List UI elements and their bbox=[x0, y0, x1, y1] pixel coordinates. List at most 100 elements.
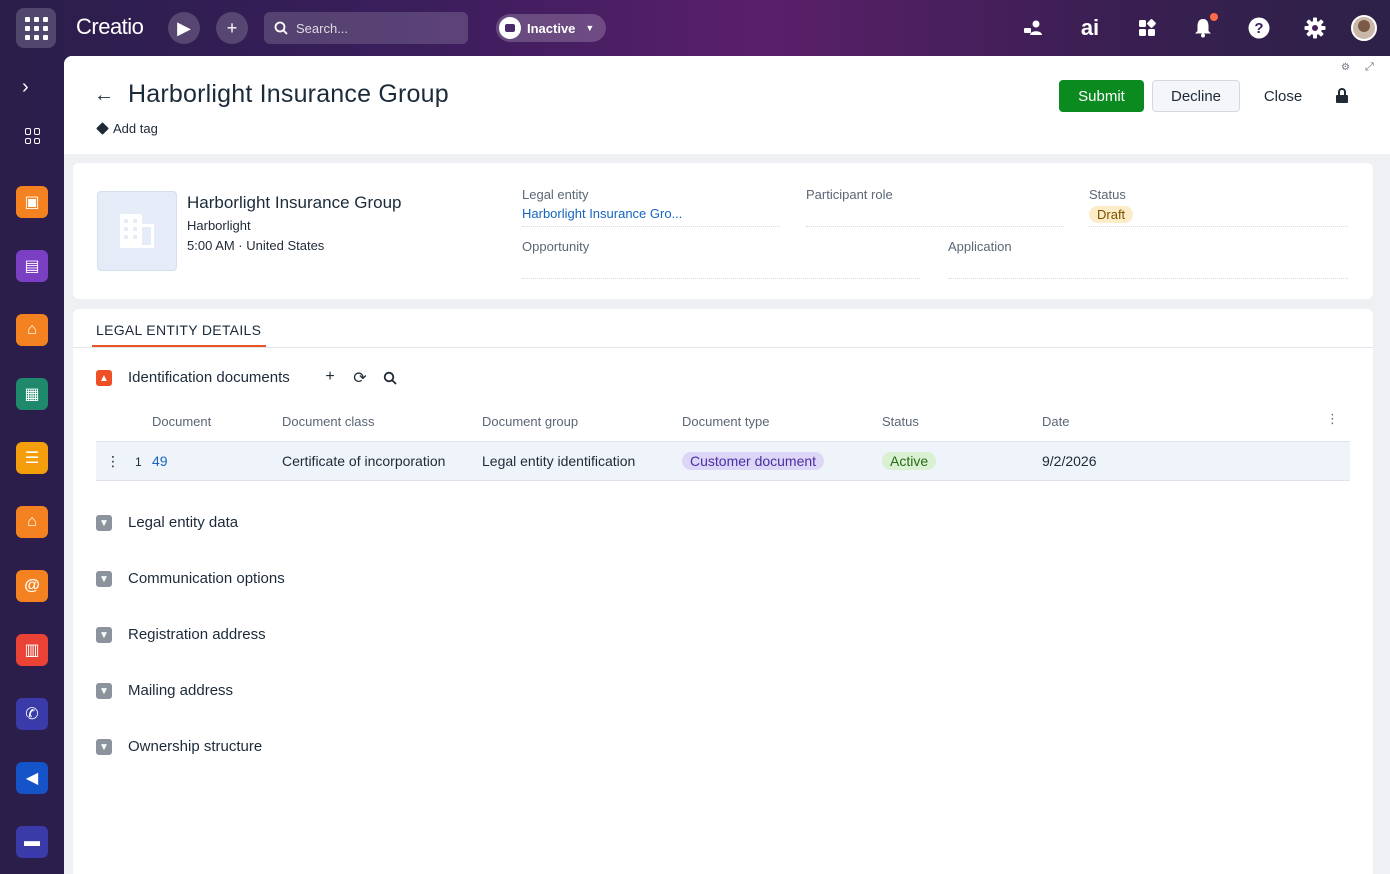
table-row[interactable]: ⋮ 1 49 Certificate of incorporation Lega… bbox=[96, 441, 1350, 481]
page-settings-icon[interactable]: ⚙ bbox=[1341, 62, 1350, 73]
help-icon[interactable]: ? bbox=[1245, 14, 1273, 42]
column-header-status[interactable]: Status bbox=[882, 414, 919, 429]
notification-badge bbox=[1210, 13, 1218, 21]
add-tag-label: Add tag bbox=[113, 121, 158, 136]
document-link[interactable]: 49 bbox=[152, 453, 168, 469]
app-launcher-icon[interactable] bbox=[16, 8, 56, 48]
tab-legal-entity-details[interactable]: LEGAL ENTITY DETAILS bbox=[96, 322, 261, 338]
creatio-logo: Creatio bbox=[76, 14, 144, 39]
section-registration-address[interactable]: Registration address bbox=[128, 626, 266, 643]
presence-status-label: Inactive bbox=[527, 20, 576, 36]
chevron-down-icon[interactable]: ▼ bbox=[96, 571, 112, 587]
refresh-icon[interactable]: ⟳ bbox=[351, 368, 369, 390]
decline-button[interactable]: Decline bbox=[1152, 80, 1240, 112]
home-icon[interactable]: ⌂ bbox=[16, 314, 48, 346]
opportunity-field[interactable]: Opportunity bbox=[522, 239, 920, 279]
home-icon[interactable]: ⌂ bbox=[16, 506, 48, 538]
section-ownership-structure[interactable]: Ownership structure bbox=[128, 738, 262, 755]
status-badge: Draft bbox=[1089, 206, 1134, 223]
gear-icon[interactable] bbox=[1301, 14, 1329, 42]
document-group-cell: Legal entity identification bbox=[482, 453, 636, 469]
search-input[interactable] bbox=[296, 20, 456, 36]
section-mailing-address[interactable]: Mailing address bbox=[128, 682, 233, 699]
opportunity-value bbox=[522, 258, 920, 275]
legal-entity-field[interactable]: Legal entity Harborlight Insurance Gro..… bbox=[522, 187, 780, 227]
global-search[interactable] bbox=[264, 12, 468, 44]
legal-entity-value[interactable]: Harborlight Insurance Gro... bbox=[522, 206, 780, 223]
app-hub-icon[interactable] bbox=[1133, 14, 1161, 42]
account-time-location: 5:00 AM · United States bbox=[187, 238, 325, 253]
chevron-right-icon[interactable]: › bbox=[22, 76, 29, 99]
page-header: ⚙ ⤢ ← Harborlight Insurance Group Add ta… bbox=[64, 56, 1390, 154]
date-cell: 9/2/2026 bbox=[1042, 453, 1097, 469]
document-list-icon[interactable]: ▦ bbox=[16, 378, 48, 410]
legal-entity-label: Legal entity bbox=[522, 187, 589, 202]
chevron-down-icon: ▼ bbox=[585, 23, 595, 33]
calendar-icon[interactable]: ▥ bbox=[16, 634, 48, 666]
search-icon[interactable] bbox=[381, 368, 399, 390]
lock-icon[interactable] bbox=[1336, 88, 1348, 103]
column-header-date[interactable]: Date bbox=[1042, 414, 1069, 429]
status-badge: Active bbox=[882, 452, 937, 470]
submit-button[interactable]: Submit bbox=[1059, 80, 1144, 112]
phone-icon[interactable]: ✆ bbox=[16, 698, 48, 730]
chevron-down-icon[interactable]: ▼ bbox=[96, 515, 112, 531]
ai-assistant-icon[interactable]: ai bbox=[1076, 14, 1104, 42]
account-short-name: Harborlight bbox=[187, 218, 251, 233]
document-class-cell: Certificate of incorporation bbox=[282, 453, 446, 469]
tab-divider bbox=[73, 347, 1373, 348]
column-header-document-group[interactable]: Document group bbox=[482, 414, 578, 429]
plus-icon[interactable]: + bbox=[321, 368, 339, 390]
participant-role-label: Participant role bbox=[806, 187, 893, 202]
communication-panel-icon[interactable] bbox=[1019, 14, 1047, 42]
user-avatar[interactable] bbox=[1351, 15, 1377, 41]
grid-options-icon[interactable]: ⋮ bbox=[1326, 411, 1339, 427]
cash-register-icon[interactable]: ▬ bbox=[16, 826, 48, 858]
document-type-badge: Customer document bbox=[682, 452, 825, 470]
create-button[interactable]: + bbox=[216, 12, 248, 44]
identification-documents-title[interactable]: Identification documents bbox=[128, 369, 290, 386]
documents-grid-header: Document Document class Document group D… bbox=[96, 407, 1350, 441]
participant-role-field[interactable]: Participant role bbox=[806, 187, 1064, 227]
summary-card: Harborlight Insurance Group Harborlight … bbox=[73, 163, 1373, 299]
section-legal-entity-data[interactable]: Legal entity data bbox=[128, 514, 238, 531]
svg-text:?: ? bbox=[1254, 20, 1263, 37]
tag-icon bbox=[96, 122, 109, 135]
detail-toolbar: + ⟳ bbox=[321, 368, 399, 390]
chevron-down-icon[interactable]: ▼ bbox=[96, 683, 112, 699]
workplace-grid-icon[interactable] bbox=[25, 128, 41, 144]
application-field[interactable]: Application bbox=[948, 239, 1348, 279]
chevron-up-icon[interactable]: ▲ bbox=[96, 370, 112, 386]
opportunity-label: Opportunity bbox=[522, 239, 590, 254]
page-title: Harborlight Insurance Group bbox=[128, 80, 449, 108]
status-label: Status bbox=[1089, 187, 1126, 202]
chevron-down-icon[interactable]: ▼ bbox=[96, 627, 112, 643]
row-actions-icon[interactable]: ⋮ bbox=[106, 453, 120, 470]
column-header-document[interactable]: Document bbox=[152, 414, 211, 429]
at-sign-icon[interactable]: @ bbox=[16, 570, 48, 602]
presentation-icon[interactable]: ▣ bbox=[16, 186, 48, 218]
legal-entity-details-panel: LEGAL ENTITY DETAILS ▲ Identification do… bbox=[73, 309, 1373, 874]
contact-card-icon[interactable]: ☰ bbox=[16, 442, 48, 474]
application-value bbox=[948, 258, 1348, 275]
participant-role-value bbox=[806, 206, 1064, 223]
section-communication-options[interactable]: Communication options bbox=[128, 570, 285, 587]
run-process-button[interactable]: ▶ bbox=[168, 12, 200, 44]
shop-icon[interactable]: ▤ bbox=[16, 250, 48, 282]
presence-status-dropdown[interactable]: Inactive ▼ bbox=[496, 14, 606, 42]
top-bar: Creatio ▶ + Inactive ▼ ai ? bbox=[0, 0, 1390, 56]
status-field[interactable]: Status Draft bbox=[1089, 187, 1348, 227]
chat-icon bbox=[499, 17, 521, 39]
column-header-document-type[interactable]: Document type bbox=[682, 414, 769, 429]
expand-icon[interactable]: ⤢ bbox=[1365, 61, 1374, 74]
main-panel: ⚙ ⤢ ← Harborlight Insurance Group Add ta… bbox=[64, 56, 1390, 874]
column-header-document-class[interactable]: Document class bbox=[282, 414, 374, 429]
add-tag-button[interactable]: Add tag bbox=[96, 121, 158, 136]
chevron-down-icon[interactable]: ▼ bbox=[96, 739, 112, 755]
application-label: Application bbox=[948, 239, 1012, 254]
megaphone-icon[interactable]: ◀ bbox=[16, 762, 48, 794]
back-arrow-icon[interactable]: ← bbox=[94, 84, 114, 107]
account-logo[interactable] bbox=[97, 191, 177, 271]
close-button[interactable]: Close bbox=[1252, 80, 1314, 112]
account-name: Harborlight Insurance Group bbox=[187, 193, 402, 212]
